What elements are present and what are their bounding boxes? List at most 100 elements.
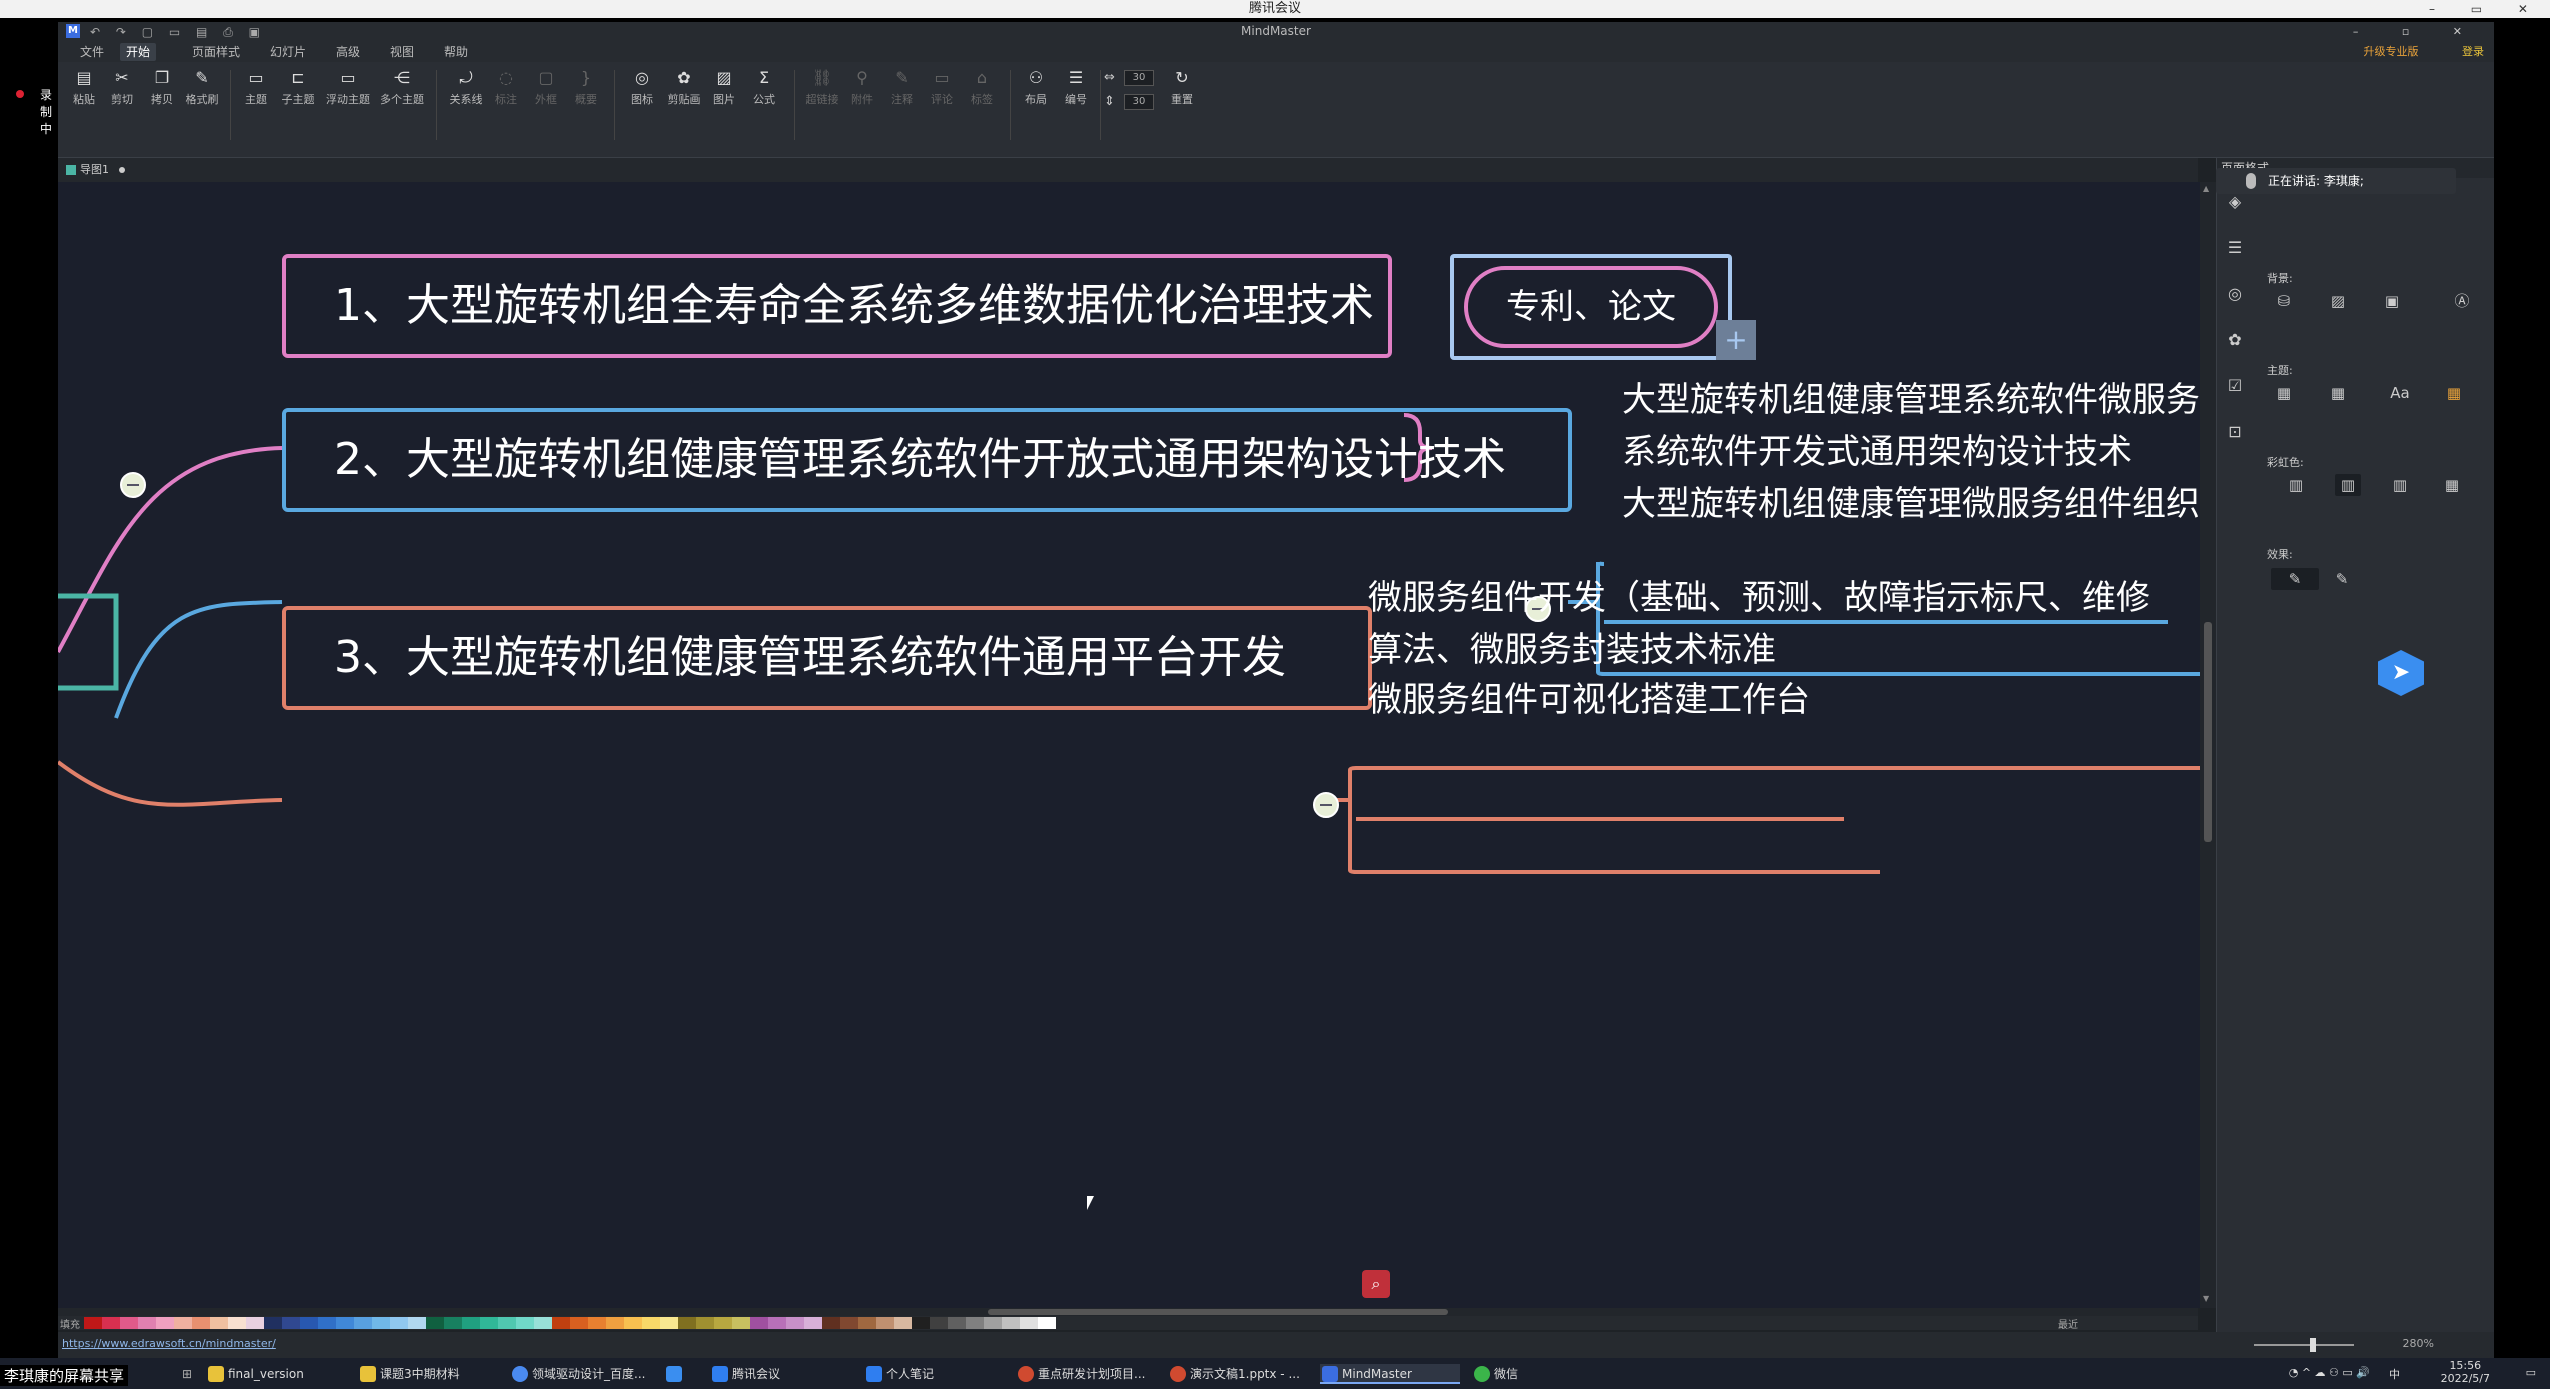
- mindmap-canvas[interactable]: 1、大型旋转机组全寿命全系统多维数据优化治理技术 专利、论文 + 2、大型旋转机…: [58, 182, 2200, 1308]
- clipart-button[interactable]: ✿ 剪贴画: [664, 68, 704, 107]
- vertical-scrollbar[interactable]: ▲ ▼: [2200, 182, 2216, 1308]
- formula-button[interactable]: Σ 公式: [746, 68, 782, 107]
- branch-topic-2[interactable]: 2、大型旋转机组健康管理系统软件开放式通用架构设计技术: [282, 408, 1572, 512]
- central-collapse-button[interactable]: [120, 472, 146, 498]
- color-swatch[interactable]: [876, 1317, 894, 1329]
- color-swatch[interactable]: [354, 1317, 372, 1329]
- zoom-slider[interactable]: [2254, 1338, 2354, 1352]
- color-swatch[interactable]: [156, 1317, 174, 1329]
- branch-2-child-3[interactable]: 大型旋转机组健康管理微服务组件组织: [1622, 476, 2200, 525]
- color-swatch[interactable]: [210, 1317, 228, 1329]
- callout-button[interactable]: ◌ 标注: [488, 68, 524, 107]
- color-swatch[interactable]: [372, 1317, 390, 1329]
- app-window-controls[interactable]: – ▫ ✕: [2353, 23, 2482, 41]
- color-swatch[interactable]: [786, 1317, 804, 1329]
- comment-button[interactable]: ▭ 评论: [924, 68, 960, 107]
- theme-grid-icon[interactable]: ▦: [2271, 382, 2297, 404]
- taskbar-item-tencent-meeting[interactable]: 腾讯会议: [710, 1364, 780, 1384]
- website-link[interactable]: https://www.edrawsoft.cn/mindmaster/: [62, 1337, 276, 1350]
- color-swatch[interactable]: [642, 1317, 660, 1329]
- color-swatch[interactable]: [84, 1317, 102, 1329]
- color-swatch[interactable]: [732, 1317, 750, 1329]
- taskbar-item-ppt-1[interactable]: 重点研发计划项目...: [1016, 1364, 1145, 1384]
- meeting-window-controls[interactable]: – ▭ ✕: [2429, 0, 2544, 18]
- outline-list-icon[interactable]: ☰: [2225, 238, 2245, 258]
- color-swatch[interactable]: [282, 1317, 300, 1329]
- effect-option-2-icon[interactable]: ✎: [2329, 568, 2355, 590]
- taskbar-item-notes[interactable]: 个人笔记: [864, 1364, 934, 1384]
- topic-button[interactable]: ▭ 主题: [238, 68, 274, 107]
- layout-button[interactable]: ⚇ 布局: [1018, 68, 1054, 107]
- menu-slideshow[interactable]: 幻灯片: [264, 43, 312, 61]
- boundary-button[interactable]: ▢ 外框: [528, 68, 564, 107]
- watermark-icon[interactable]: Ⓐ: [2449, 290, 2475, 312]
- taskbar-item-ppt-2[interactable]: 演示文稿1.pptx - ...: [1168, 1364, 1300, 1384]
- branch-topic-1[interactable]: 1、大型旋转机组全寿命全系统多维数据优化治理技术: [282, 254, 1392, 358]
- taskbar-item-chrome[interactable]: 领域驱动设计_百度...: [510, 1364, 645, 1384]
- color-swatch[interactable]: [138, 1317, 156, 1329]
- format-painter-button[interactable]: ✎ 格式刷: [184, 68, 220, 107]
- color-swatch[interactable]: [624, 1317, 642, 1329]
- add-topic-plus-icon[interactable]: +: [1716, 320, 1756, 360]
- document-tab[interactable]: 导图1: [64, 161, 127, 179]
- effect-option-1-icon[interactable]: ✎: [2271, 568, 2319, 590]
- color-swatch[interactable]: [300, 1317, 318, 1329]
- task-view-icon[interactable]: ⊞: [160, 1364, 192, 1384]
- branch-3-child-1[interactable]: 微服务组件开发（基础、预测、故障指示标尺、维修: [1368, 570, 2150, 619]
- color-swatch[interactable]: [714, 1317, 732, 1329]
- color-swatch[interactable]: [948, 1317, 966, 1329]
- floating-topic-button[interactable]: ▭ 浮动主题: [326, 68, 370, 107]
- color-swatch[interactable]: [1038, 1317, 1056, 1329]
- color-swatch[interactable]: [678, 1317, 696, 1329]
- task-panel-icon[interactable]: ☑: [2225, 376, 2245, 396]
- menu-file[interactable]: 文件: [74, 43, 110, 61]
- color-swatch[interactable]: [336, 1317, 354, 1329]
- color-swatch[interactable]: [390, 1317, 408, 1329]
- numbering-button[interactable]: ☰ 编号: [1058, 68, 1094, 107]
- taskbar-item-feishu[interactable]: [664, 1364, 686, 1384]
- rainbow-option-1-icon[interactable]: ▥: [2283, 474, 2309, 496]
- height-input[interactable]: 30: [1124, 94, 1154, 110]
- color-swatch[interactable]: [840, 1317, 858, 1329]
- branch-2-child-1[interactable]: 大型旋转机组健康管理系统软件微服务: [1622, 372, 2200, 421]
- color-swatch[interactable]: [894, 1317, 912, 1329]
- color-swatch[interactable]: [696, 1317, 714, 1329]
- color-swatch[interactable]: [534, 1317, 552, 1329]
- branch-3-child-2[interactable]: 算法、微服务封装技术标准: [1368, 622, 1776, 671]
- color-swatch[interactable]: [426, 1317, 444, 1329]
- picture-button[interactable]: ▨ 图片: [706, 68, 742, 107]
- icon-panel-icon[interactable]: ◎: [2225, 284, 2245, 304]
- relationship-button[interactable]: ⤾ 关系线: [448, 68, 484, 107]
- clipart-panel-icon[interactable]: ✿: [2225, 330, 2245, 350]
- login-link[interactable]: 登录: [2462, 45, 2484, 58]
- summary-topic[interactable]: 专利、论文: [1464, 266, 1718, 348]
- history-panel-icon[interactable]: ⊡: [2225, 422, 2245, 442]
- color-swatch[interactable]: [408, 1317, 426, 1329]
- color-swatch[interactable]: [966, 1317, 984, 1329]
- paste-button[interactable]: ▤ 粘贴: [66, 68, 102, 107]
- branch-topic-3[interactable]: 3、大型旋转机组健康管理系统软件通用平台开发: [282, 606, 1372, 710]
- color-swatch[interactable]: [444, 1317, 462, 1329]
- taskbar-item-wechat[interactable]: 微信: [1472, 1364, 1518, 1384]
- color-swatch[interactable]: [1020, 1317, 1038, 1329]
- scroll-up-icon[interactable]: ▲: [2203, 184, 2209, 193]
- multiple-topics-button[interactable]: ⋲ 多个主题: [380, 68, 424, 107]
- menu-start[interactable]: 开始: [120, 43, 157, 61]
- taskbar-item-materials[interactable]: 课题3中期材料: [358, 1364, 460, 1384]
- zoom-slider-knob[interactable]: [2310, 1338, 2316, 1352]
- theme-color-icon[interactable]: ▦: [2441, 382, 2467, 404]
- font-button[interactable]: Aa: [2383, 382, 2417, 404]
- color-swatch[interactable]: [930, 1317, 948, 1329]
- color-swatch[interactable]: [804, 1317, 822, 1329]
- notification-icon[interactable]: ▭: [2526, 1366, 2536, 1379]
- horizontal-scrollbar[interactable]: [58, 1308, 2198, 1316]
- color-swatch[interactable]: [570, 1317, 588, 1329]
- branch-2-child-2[interactable]: 系统软件开发式通用架构设计技术: [1622, 424, 2132, 473]
- color-swatch[interactable]: [120, 1317, 138, 1329]
- width-input[interactable]: 30: [1124, 70, 1154, 86]
- ime-indicator[interactable]: 中: [2389, 1366, 2400, 1382]
- color-swatch[interactable]: [264, 1317, 282, 1329]
- vertical-scroll-thumb[interactable]: [2204, 622, 2212, 842]
- menu-advanced[interactable]: 高级: [330, 43, 366, 61]
- copy-button[interactable]: ❐ 拷贝: [144, 68, 180, 107]
